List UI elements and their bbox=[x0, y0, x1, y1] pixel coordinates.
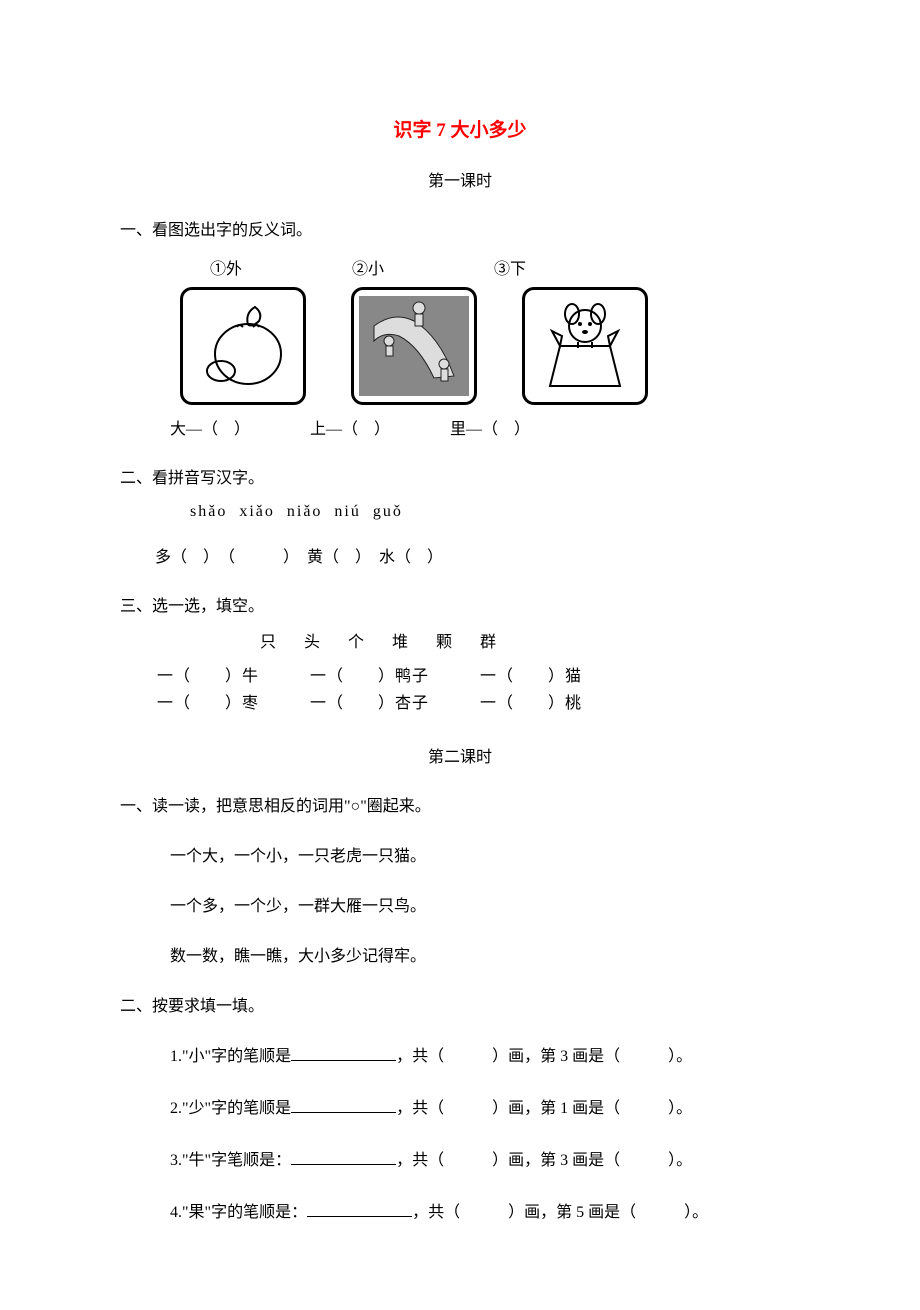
eggplant-icon bbox=[193, 299, 293, 394]
image-row bbox=[120, 287, 800, 405]
q1-blank[interactable] bbox=[291, 1044, 396, 1061]
p2s1-head: 一、读一读，把意思相反的词用"○"圈起来。 bbox=[120, 792, 800, 816]
stroke-q4[interactable]: 4."果"字的笔顺是： ，共（ ）画，第 5 画是（ ）。 bbox=[120, 1198, 800, 1222]
lesson2-label: 第二课时 bbox=[120, 743, 800, 767]
part2-section-1: 一、读一读，把意思相反的词用"○"圈起来。 一个大，一个小，一只老虎一只猫。 一… bbox=[120, 792, 800, 966]
stroke-q3[interactable]: 3."牛"字笔顺是： ，共（ ）画，第 3 画是（ ）。 bbox=[120, 1146, 800, 1170]
section-2-head: 二、看拼音写汉字。 bbox=[120, 464, 800, 488]
q1-text-b: ，共（ ）画，第 3 画是（ ）。 bbox=[396, 1048, 692, 1065]
section-1: 一、看图选出字的反义词。 ①外 ②小 ③下 bbox=[120, 216, 800, 439]
image-box-1 bbox=[180, 287, 306, 405]
classifier-row-1[interactable]: 一（ ）牛 一（ ）鸭子 一（ ）猫 bbox=[120, 662, 800, 686]
part2-section-2: 二、按要求填一填。 1."小"字的笔顺是 ，共（ ）画，第 3 画是（ ）。 2.… bbox=[120, 992, 800, 1222]
q2-text-b: ，共（ ）画，第 1 画是（ ）。 bbox=[396, 1100, 692, 1117]
q3-text-a: 3."牛"字笔顺是： bbox=[170, 1152, 291, 1169]
lesson1-label: 第一课时 bbox=[120, 167, 800, 191]
q4-text-b: ，共（ ）画，第 5 画是（ ）。 bbox=[412, 1204, 708, 1221]
poem-line-1: 一个大，一个小，一只老虎一只猫。 bbox=[120, 842, 800, 866]
option-3: ③下 bbox=[494, 255, 526, 279]
q2-blank[interactable] bbox=[291, 1096, 396, 1113]
section-3-head: 三、选一选，填空。 bbox=[120, 592, 800, 616]
option-1: ①外 bbox=[210, 255, 242, 279]
antonym-blanks-row: 大—（ ） 上—（ ） 里—（ ） bbox=[120, 415, 800, 439]
q4-blank[interactable] bbox=[307, 1200, 412, 1217]
section-3: 三、选一选，填空。 只 头 个 堆 颗 群 一（ ）牛 一（ ）鸭子 一（ ）猫… bbox=[120, 592, 800, 713]
dog-box-icon bbox=[530, 296, 640, 396]
image-box-2 bbox=[351, 287, 477, 405]
poem-line-3: 数一数，瞧一瞧，大小多少记得牢。 bbox=[120, 942, 800, 966]
classifier-row-2[interactable]: 一（ ）枣 一（ ）杏子 一（ ）桃 bbox=[120, 689, 800, 713]
q1-text-a: 1."小"字的笔顺是 bbox=[170, 1048, 291, 1065]
q3-blank[interactable] bbox=[291, 1148, 396, 1165]
q3-text-b: ，共（ ）画，第 3 画是（ ）。 bbox=[396, 1152, 692, 1169]
poem-line-2: 一个多，一个少，一群大雁一只鸟。 bbox=[120, 892, 800, 916]
blank-1[interactable]: 大—（ ） bbox=[170, 415, 250, 439]
stroke-q1[interactable]: 1."小"字的笔顺是 ，共（ ）画，第 3 画是（ ）。 bbox=[120, 1042, 800, 1066]
option-2: ②小 bbox=[352, 255, 384, 279]
classifier-choices: 只 头 个 堆 颗 群 bbox=[120, 628, 800, 652]
answer-options-row: ①外 ②小 ③下 bbox=[120, 255, 800, 279]
q2-text-a: 2."少"字的笔顺是 bbox=[170, 1100, 291, 1117]
worksheet-page: 识字 7 大小多少 第一课时 一、看图选出字的反义词。 ①外 ②小 ③下 bbox=[0, 0, 920, 1310]
section-2: 二、看拼音写汉字。 shǎo xiǎo niǎo niú guǒ 多（ ） （ … bbox=[120, 464, 800, 567]
image-box-3 bbox=[522, 287, 648, 405]
stroke-q2[interactable]: 2."少"字的笔顺是 ，共（ ）画，第 1 画是（ ）。 bbox=[120, 1094, 800, 1118]
pinyin-row: shǎo xiǎo niǎo niú guǒ bbox=[120, 503, 800, 521]
page-title: 识字 7 大小多少 bbox=[120, 115, 800, 142]
pinyin-blanks[interactable]: 多（ ） （ ） 黄（ ） 水（ ） bbox=[120, 543, 800, 567]
q4-text-a: 4."果"字的笔顺是： bbox=[170, 1204, 307, 1221]
p2s2-head: 二、按要求填一填。 bbox=[120, 992, 800, 1016]
blank-2[interactable]: 上—（ ） bbox=[310, 415, 390, 439]
playground-icon bbox=[359, 296, 469, 396]
section-1-head: 一、看图选出字的反义词。 bbox=[120, 216, 800, 240]
blank-3[interactable]: 里—（ ） bbox=[450, 415, 530, 439]
